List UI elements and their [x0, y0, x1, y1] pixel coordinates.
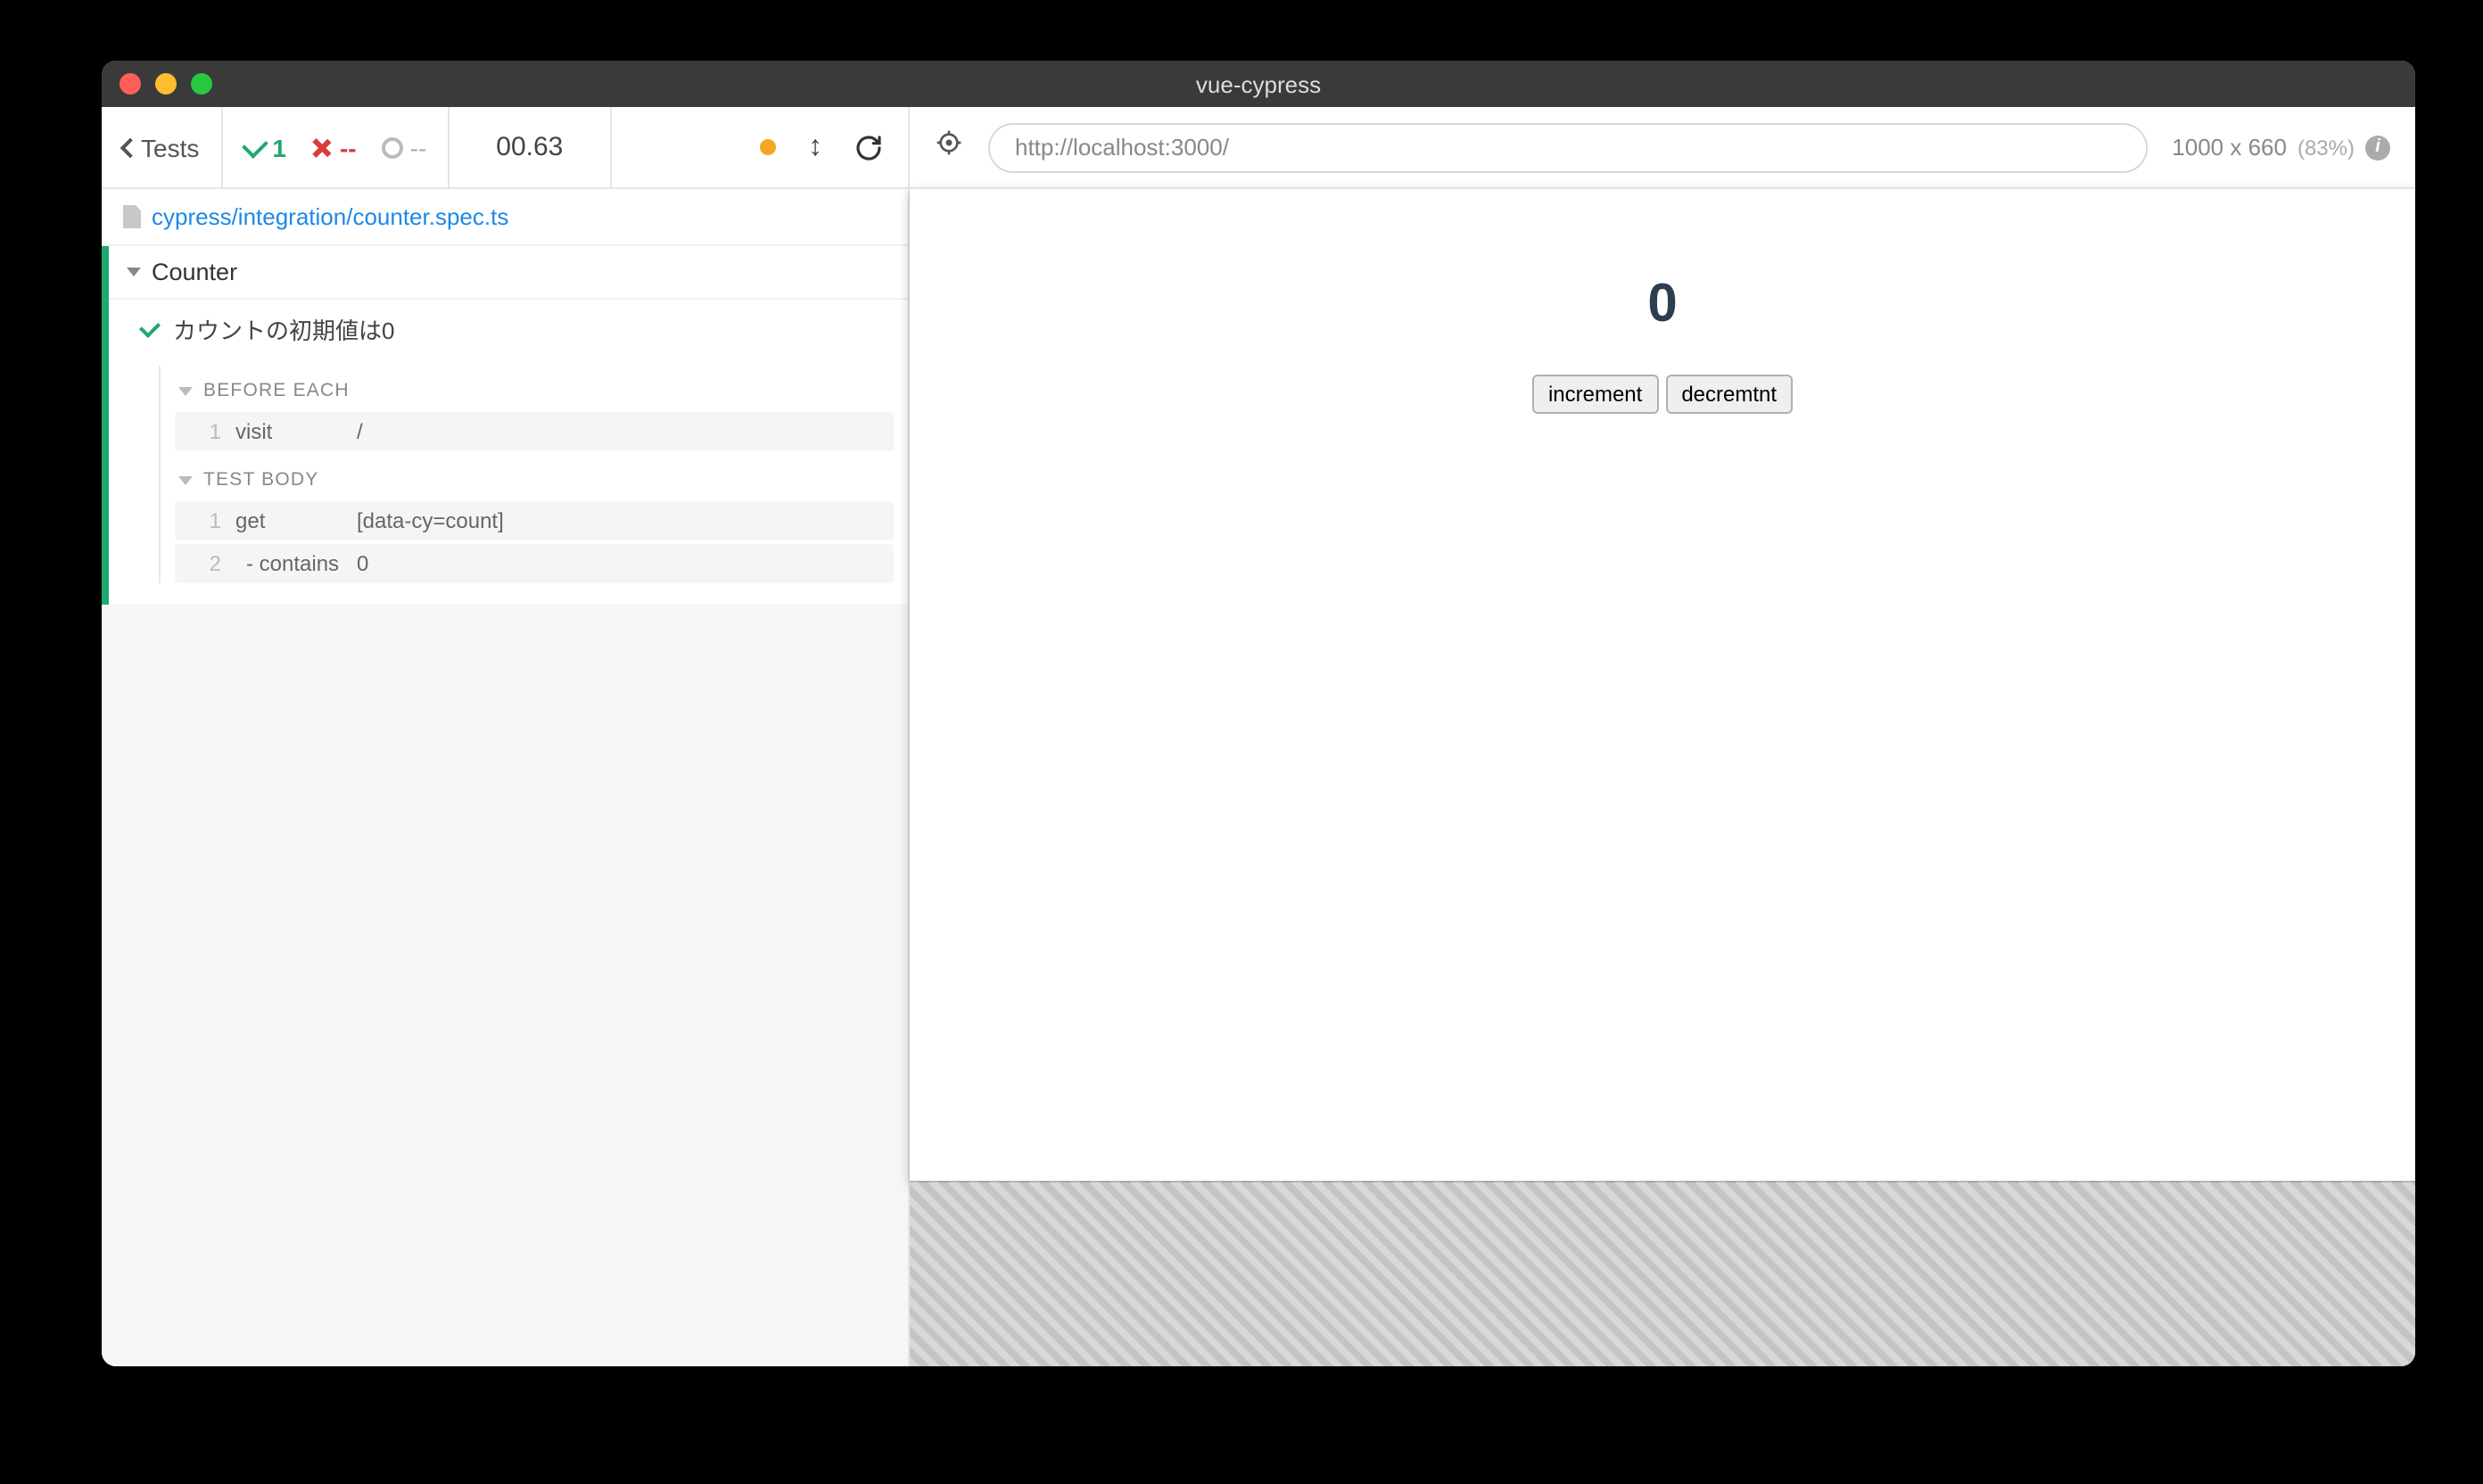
- test-row[interactable]: カウントの初期値は0: [109, 300, 908, 359]
- viewport-scale: (83%): [2297, 135, 2355, 160]
- caret-down-icon: [178, 475, 193, 484]
- command-row[interactable]: 1 get [data-cy=count]: [175, 501, 894, 540]
- info-icon[interactable]: i: [2365, 135, 2390, 160]
- decrement-button[interactable]: decremtnt: [1665, 375, 1793, 414]
- command-row[interactable]: 2 - contains 0: [175, 544, 894, 583]
- window-title: vue-cypress: [102, 70, 2415, 97]
- back-label: Tests: [141, 133, 199, 161]
- test-body-header[interactable]: TEST BODY: [161, 455, 908, 498]
- app-under-test: 0 increment decremtnt: [910, 189, 2415, 1181]
- pending-count: --: [382, 133, 427, 161]
- titlebar: vue-cypress: [102, 61, 2415, 107]
- check-icon: [242, 131, 268, 158]
- test-duration: 00.63: [471, 132, 588, 162]
- check-icon: [139, 317, 161, 338]
- status-dot-icon: [760, 139, 776, 155]
- counter-value: 0: [1647, 275, 1677, 335]
- x-icon: [311, 136, 333, 158]
- viewport-info: 1000 x 660 (83%) i: [2172, 134, 2390, 161]
- preview-toolbar: http://localhost:3000/ 1000 x 660 (83%) …: [910, 107, 2415, 189]
- spec-file-row[interactable]: cypress/integration/counter.spec.ts: [102, 189, 908, 246]
- selector-playground-button[interactable]: [935, 128, 963, 166]
- url-bar[interactable]: http://localhost:3000/: [988, 122, 2147, 172]
- url-text: http://localhost:3000/: [1015, 134, 1229, 161]
- reporter-pane: Tests 1 -- --: [102, 107, 910, 1366]
- reload-button[interactable]: [854, 133, 883, 161]
- suite-header[interactable]: Counter: [109, 246, 908, 300]
- suite-block: Counter カウントの初期値は0 BEFORE EACH: [102, 246, 908, 605]
- reporter-toolbar: Tests 1 -- --: [102, 107, 908, 189]
- circle-icon: [382, 136, 403, 158]
- caret-down-icon: [127, 268, 141, 276]
- overflow-area: [910, 1181, 2415, 1366]
- preview-area: 0 increment decremtnt: [910, 189, 2415, 1366]
- file-icon: [123, 205, 141, 228]
- fail-count: --: [311, 133, 357, 161]
- caret-down-icon: [178, 386, 193, 395]
- pass-count: 1: [243, 133, 286, 161]
- increment-button[interactable]: increment: [1532, 375, 1658, 414]
- command-row[interactable]: 1 visit /: [175, 412, 894, 451]
- suite-name: Counter: [152, 259, 237, 285]
- spec-file-path: cypress/integration/counter.spec.ts: [152, 203, 508, 230]
- app-window: vue-cypress Tests 1: [102, 61, 2415, 1366]
- resize-icon[interactable]: ↕: [808, 131, 822, 163]
- viewport-size: 1000 x 660: [2172, 134, 2287, 161]
- back-to-tests-button[interactable]: Tests: [123, 133, 199, 161]
- preview-pane: http://localhost:3000/ 1000 x 660 (83%) …: [910, 107, 2415, 1366]
- test-title: カウントの初期値は0: [173, 312, 394, 346]
- chevron-left-icon: [120, 137, 141, 158]
- before-each-header[interactable]: BEFORE EACH: [161, 366, 908, 408]
